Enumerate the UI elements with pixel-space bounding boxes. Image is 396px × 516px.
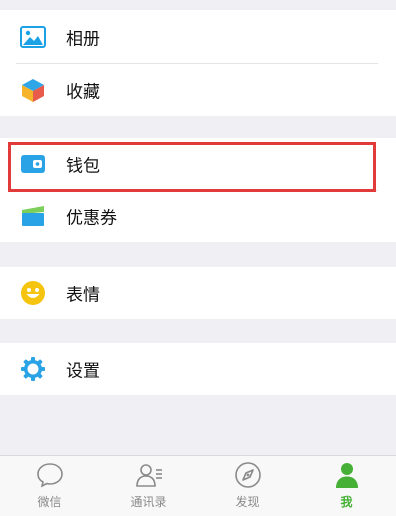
compass-icon xyxy=(234,461,262,489)
settings-gear-icon xyxy=(20,356,46,382)
tab-label: 发现 xyxy=(235,495,260,509)
menu-item-settings[interactable]: 设置 xyxy=(0,343,396,395)
menu-group-3: 表情 xyxy=(0,267,396,319)
contacts-icon xyxy=(135,461,163,489)
menu-group-4: 设置 xyxy=(0,343,396,395)
tab-chats[interactable]: 微信 xyxy=(0,456,99,516)
wallet-highlight-frame xyxy=(8,142,376,192)
menu-item-label: 表情 xyxy=(66,285,100,306)
tab-discover[interactable]: 发现 xyxy=(198,456,297,516)
coupon-icon xyxy=(20,203,46,229)
bottom-tab-bar: 微信 通讯录 发现 我 xyxy=(0,455,396,516)
chat-bubble-icon xyxy=(36,461,64,489)
menu-item-label: 相册 xyxy=(66,29,100,49)
album-icon xyxy=(20,24,46,50)
tab-label: 我 xyxy=(340,495,353,509)
menu-item-label: 优惠券 xyxy=(66,208,117,229)
me-person-icon xyxy=(333,461,361,489)
menu-group-1: 相册 收藏 xyxy=(0,10,396,116)
menu-item-coupons[interactable]: 优惠券 xyxy=(0,190,396,242)
menu-item-label: 设置 xyxy=(66,361,100,382)
menu-item-label: 收藏 xyxy=(66,82,100,102)
tab-contacts[interactable]: 通讯录 xyxy=(99,456,198,516)
menu-item-favorites[interactable]: 收藏 xyxy=(0,63,396,116)
menu-item-stickers[interactable]: 表情 xyxy=(0,267,396,319)
tab-me[interactable]: 我 xyxy=(297,456,396,516)
menu-item-album[interactable]: 相册 xyxy=(0,10,396,63)
tab-label: 微信 xyxy=(37,495,62,509)
sticker-emoji-icon xyxy=(20,280,46,306)
tab-label: 通讯录 xyxy=(130,495,167,509)
favorites-icon xyxy=(20,77,46,103)
